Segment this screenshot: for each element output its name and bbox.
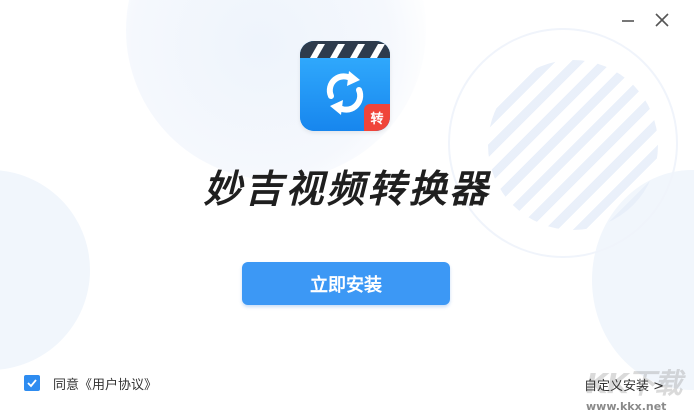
watermark-url: www.kkx.net bbox=[586, 400, 667, 413]
agreement-prefix: 同意 bbox=[53, 377, 80, 393]
agreement-text: 同意《用户协议》 bbox=[53, 374, 157, 393]
installer-window: 转 妙吉视频转换器 立即安装 同意《用户协议》 KK下载 www.kkx.net… bbox=[0, 0, 694, 415]
app-title: 妙吉视频转换器 bbox=[203, 167, 491, 211]
close-icon bbox=[655, 13, 669, 27]
minimize-icon bbox=[622, 20, 634, 22]
checkmark-icon bbox=[27, 379, 37, 388]
install-now-button[interactable]: 立即安装 bbox=[242, 262, 450, 305]
close-button[interactable] bbox=[650, 10, 674, 30]
agreement-checkbox[interactable] bbox=[24, 375, 40, 391]
minimize-button[interactable] bbox=[616, 10, 640, 30]
custom-install-link[interactable]: 自定义安装 > bbox=[584, 375, 664, 394]
user-agreement-link[interactable]: 《用户协议》 bbox=[79, 378, 157, 393]
agreement-row: 同意《用户协议》 bbox=[24, 374, 157, 393]
